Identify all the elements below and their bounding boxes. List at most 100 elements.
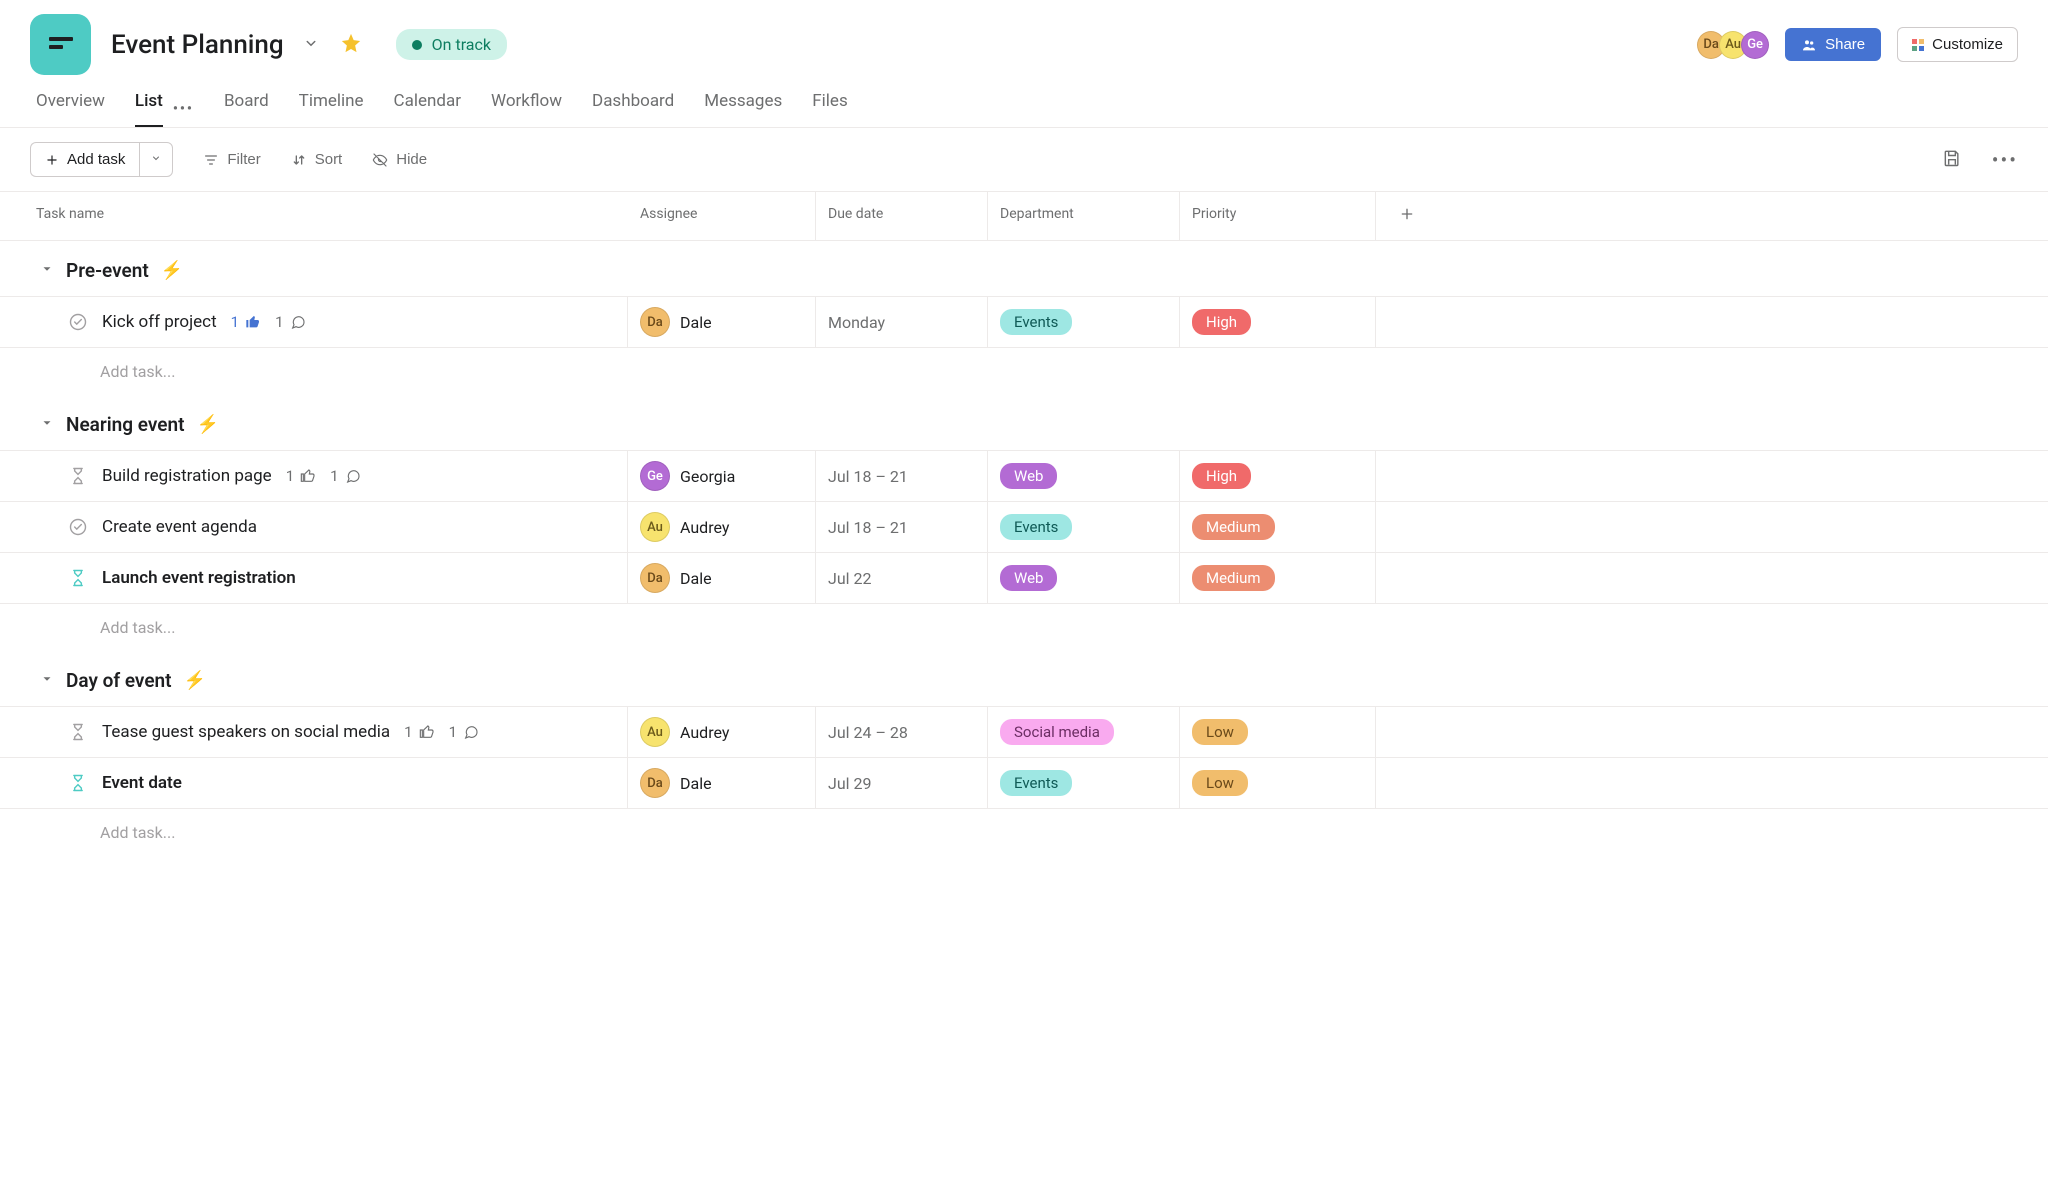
project-icon[interactable] — [30, 14, 91, 75]
due-date: Jul 22 — [828, 569, 872, 588]
department-tag: Social media — [1000, 719, 1114, 745]
tab-files[interactable]: Files — [812, 91, 847, 127]
task-name: Build registration page — [102, 466, 272, 486]
col-department[interactable]: Department — [988, 192, 1180, 240]
col-task-name[interactable]: Task name — [0, 192, 628, 240]
filter-button[interactable]: Filter — [203, 151, 260, 168]
column-headers: Task name Assignee Due date Department P… — [0, 191, 2048, 241]
caret-down-icon[interactable] — [40, 262, 54, 280]
hourglass-icon[interactable] — [68, 466, 88, 486]
task-row[interactable]: Create event agenda AuAudrey Jul 18 – 21… — [0, 501, 2048, 552]
grid-icon — [1912, 39, 1924, 51]
section-header[interactable]: Day of event ⚡ — [0, 651, 2048, 706]
bolt-icon[interactable]: ⚡ — [161, 260, 183, 281]
chevron-down-icon — [150, 152, 162, 164]
hourglass-icon[interactable] — [68, 773, 88, 793]
caret-down-icon[interactable] — [40, 416, 54, 434]
project-tabs: Overview List ••• Board Timeline Calenda… — [0, 75, 2048, 128]
check-circle-icon[interactable] — [68, 312, 88, 332]
section-header[interactable]: Nearing event ⚡ — [0, 395, 2048, 450]
add-column-button[interactable] — [1376, 192, 1438, 240]
comment-icon — [345, 468, 361, 484]
member-avatars[interactable]: Da Au Ge — [1697, 31, 1769, 59]
add-task-inline[interactable]: Add task... — [0, 809, 2048, 856]
priority-tag: Medium — [1192, 565, 1275, 591]
task-row[interactable]: Build registration page 1 1 GeGeorgia Ju… — [0, 450, 2048, 501]
assignee-name: Dale — [680, 313, 712, 332]
status-pill[interactable]: On track — [396, 29, 507, 60]
caret-down-icon[interactable] — [40, 672, 54, 690]
add-task-inline[interactable]: Add task... — [0, 348, 2048, 395]
add-task-dropdown[interactable] — [139, 142, 173, 177]
status-dot-icon — [412, 40, 422, 50]
project-dropdown-icon[interactable] — [302, 34, 320, 56]
share-button[interactable]: Share — [1785, 28, 1881, 61]
hourglass-icon[interactable] — [68, 568, 88, 588]
tab-workflow[interactable]: Workflow — [491, 91, 562, 127]
comment-icon — [463, 724, 479, 740]
filter-icon — [203, 152, 219, 168]
due-date: Jul 24 – 28 — [828, 723, 908, 742]
avatar: Au — [640, 512, 670, 542]
department-tag: Web — [1000, 463, 1057, 489]
plus-icon — [45, 153, 59, 167]
check-circle-icon[interactable] — [68, 517, 88, 537]
task-row[interactable]: Event date DaDale Jul 29 Events Low — [0, 757, 2048, 809]
comment-icon — [290, 314, 306, 330]
assignee-name: Georgia — [680, 467, 735, 486]
due-date: Jul 18 – 21 — [828, 518, 908, 537]
people-icon — [1801, 37, 1817, 53]
tab-timeline[interactable]: Timeline — [299, 91, 364, 127]
bolt-icon[interactable]: ⚡ — [197, 414, 219, 435]
task-likes[interactable]: 1 — [286, 467, 316, 485]
tab-more-icon[interactable]: ••• — [173, 101, 194, 117]
due-date: Jul 18 – 21 — [828, 467, 908, 486]
avatar[interactable]: Ge — [1741, 31, 1769, 59]
task-comments[interactable]: 1 — [330, 467, 360, 485]
tab-overview[interactable]: Overview — [36, 91, 105, 127]
avatar: Da — [640, 563, 670, 593]
col-priority[interactable]: Priority — [1180, 192, 1376, 240]
department-tag: Events — [1000, 309, 1072, 335]
customize-button[interactable]: Customize — [1897, 27, 2018, 62]
col-assignee[interactable]: Assignee — [628, 192, 816, 240]
project-title[interactable]: Event Planning — [111, 30, 284, 60]
tab-calendar[interactable]: Calendar — [394, 91, 461, 127]
task-row[interactable]: Tease guest speakers on social media 1 1… — [0, 706, 2048, 757]
priority-tag: Low — [1192, 770, 1248, 796]
section-title: Pre-event — [66, 259, 149, 282]
tab-list[interactable]: List — [135, 91, 163, 127]
col-due-date[interactable]: Due date — [816, 192, 988, 240]
task-likes[interactable]: 1 — [231, 313, 261, 331]
more-actions-button[interactable]: ••• — [1992, 148, 2018, 172]
avatar: Da — [640, 768, 670, 798]
bolt-icon[interactable]: ⚡ — [184, 670, 206, 691]
hide-button[interactable]: Hide — [372, 151, 427, 168]
due-date: Monday — [828, 313, 885, 332]
task-row[interactable]: Kick off project 1 1 DaDale Monday Event… — [0, 296, 2048, 348]
assignee-name: Dale — [680, 774, 712, 793]
assignee-name: Audrey — [680, 723, 729, 742]
tab-messages[interactable]: Messages — [704, 91, 782, 127]
priority-tag: High — [1192, 463, 1251, 489]
tab-board[interactable]: Board — [224, 91, 269, 127]
avatar: Au — [640, 717, 670, 747]
task-comments[interactable]: 1 — [449, 723, 479, 741]
status-text: On track — [432, 35, 491, 54]
tab-dashboard[interactable]: Dashboard — [592, 91, 674, 127]
section-header[interactable]: Pre-event ⚡ — [0, 241, 2048, 296]
department-tag: Events — [1000, 514, 1072, 540]
task-likes[interactable]: 1 — [404, 723, 434, 741]
sort-button[interactable]: Sort — [291, 151, 343, 168]
task-row[interactable]: Launch event registration DaDale Jul 22 … — [0, 552, 2048, 604]
task-name: Create event agenda — [102, 517, 257, 537]
task-comments[interactable]: 1 — [275, 313, 305, 331]
priority-tag: Medium — [1192, 514, 1275, 540]
save-view-button[interactable] — [1942, 148, 1962, 172]
star-icon[interactable] — [340, 32, 362, 58]
due-date: Jul 29 — [828, 774, 872, 793]
add-task-inline[interactable]: Add task... — [0, 604, 2048, 651]
hourglass-icon[interactable] — [68, 722, 88, 742]
plus-icon — [1399, 206, 1415, 222]
add-task-button[interactable]: Add task — [30, 142, 139, 177]
